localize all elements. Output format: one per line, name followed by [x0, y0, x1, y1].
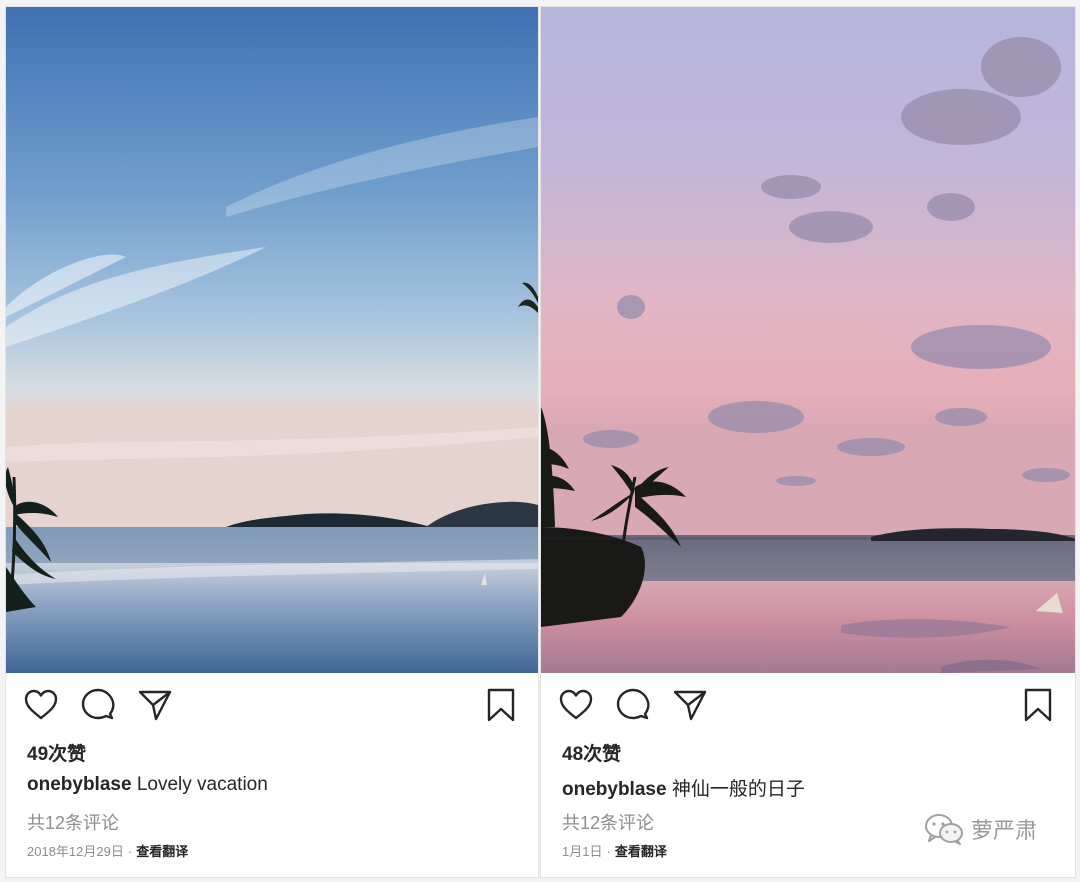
meta-separator: ·	[127, 844, 133, 859]
heart-icon[interactable]	[22, 686, 60, 724]
like-count[interactable]: 48次赞	[562, 739, 621, 766]
caption-text: 神仙一般的日子	[671, 779, 805, 800]
post-meta: 1月1日 · 查看翻译	[562, 841, 667, 860]
post-date: 2018年12月29日	[27, 844, 124, 859]
username-link[interactable]: onebyblase	[27, 774, 132, 795]
view-comments-link[interactable]: 共12条评论	[562, 809, 654, 835]
wechat-icon	[924, 814, 963, 845]
post-date: 1月1日	[562, 844, 603, 859]
post-meta: 2018年12月29日 · 查看翻译	[27, 841, 188, 860]
post-caption: onebyblase 神仙一般的日子	[562, 774, 805, 801]
action-bar	[541, 686, 1075, 726]
see-translation-link[interactable]: 查看翻译	[615, 844, 667, 859]
post-photo[interactable]	[541, 7, 1075, 673]
comment-icon[interactable]	[614, 686, 652, 724]
username-link[interactable]: onebyblase	[562, 779, 667, 800]
bookmark-icon[interactable]	[482, 686, 520, 724]
see-translation-link[interactable]: 查看翻译	[136, 844, 188, 859]
post-photo[interactable]	[6, 7, 538, 673]
bookmark-icon[interactable]	[1019, 686, 1057, 724]
post-card-1: 49次赞 onebyblase Lovely vacation 共12条评论 2…	[5, 6, 539, 878]
view-comments-link[interactable]: 共12条评论	[27, 809, 119, 835]
watermark: 萝严肃	[923, 809, 1037, 849]
meta-separator: ·	[606, 844, 611, 859]
action-bar	[6, 686, 538, 726]
post-card-2: 48次赞 onebyblase 神仙一般的日子 共12条评论 1月1日 · 查看翻译…	[540, 6, 1076, 878]
post-caption: onebyblase Lovely vacation	[27, 774, 268, 796]
like-count[interactable]: 49次赞	[27, 739, 86, 766]
comment-icon[interactable]	[79, 686, 117, 724]
watermark-text: 萝严肃	[970, 818, 1037, 843]
caption-text: Lovely vacation	[136, 774, 268, 795]
share-icon[interactable]	[136, 686, 174, 724]
heart-icon[interactable]	[557, 686, 595, 724]
share-icon[interactable]	[671, 686, 709, 724]
